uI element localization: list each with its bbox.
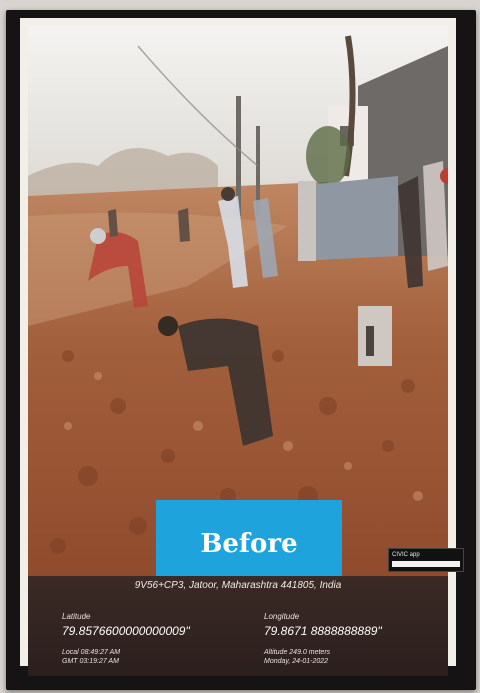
gmt-time: GMT 03:19:27 AM — [62, 658, 119, 665]
app-logo-badge: CIVIC app — [388, 548, 464, 572]
geo-stamp-panel: 9V56+CP3, Jatoor, Maharashtra 441805, In… — [28, 576, 448, 676]
stamp-address: 9V56+CP3, Jatoor, Maharashtra 441805, In… — [134, 580, 342, 591]
logo-strip — [392, 561, 460, 567]
altitude-text: Altitude 249.0 meters — [264, 649, 331, 656]
latitude-label: Latitude — [62, 612, 91, 621]
before-label-badge: Before — [156, 500, 342, 588]
longitude-label: Longitude — [264, 612, 300, 621]
date-text: Monday, 24-01-2022 — [264, 658, 329, 665]
local-time: Local 08:49:27 AM — [62, 649, 121, 656]
app-logo-text: CIVIC app — [392, 552, 420, 558]
latitude-value: 79.8576600000000009" — [62, 624, 190, 638]
longitude-value: 79.8671 8888888889" — [264, 624, 382, 638]
before-label: Before — [200, 529, 298, 559]
